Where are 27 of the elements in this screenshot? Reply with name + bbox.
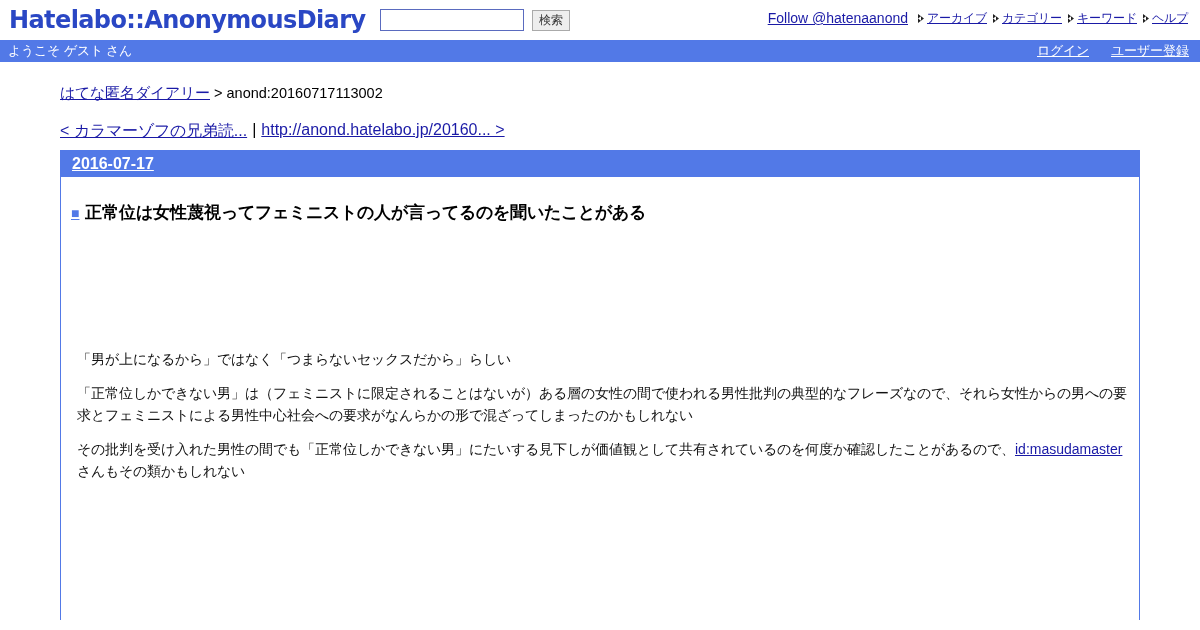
search-field[interactable] bbox=[379, 9, 524, 31]
paragraph: 「男が上になるから」ではなく「つまらないセックスだから」らしい bbox=[77, 350, 512, 369]
next-link[interactable]: http://anond.hatelabo.jp/20160... > bbox=[261, 121, 505, 142]
separator: | bbox=[252, 121, 257, 140]
nav-link[interactable]: カテゴリー bbox=[1002, 10, 1062, 27]
user-link[interactable]: ログイン bbox=[1037, 42, 1089, 60]
welcome-text: ようこそ ゲスト さん bbox=[8, 42, 133, 60]
follow-link[interactable]: Follow @hatenaanond bbox=[767, 10, 908, 26]
nav-link[interactable]: キーワード bbox=[1077, 10, 1137, 27]
nav-link[interactable]: アーカイブ bbox=[927, 10, 987, 27]
site-logo[interactable]: Hatelabo::AnonymousDiary bbox=[9, 6, 366, 34]
arrow-icon bbox=[993, 14, 999, 23]
breadcrumb-link[interactable]: はてな匿名ダイアリー bbox=[60, 85, 210, 101]
paragraph: その批判を受け入れた男性の間でも「正常位しかできない男」にたいする見下しが価値観として共有されているのを何度か確認したことがあるので、id:masudamaster さんもその類かもしれない bbox=[77, 440, 1124, 481]
date-link[interactable]: 2016-07-17 bbox=[72, 155, 154, 173]
entry-marker-link[interactable]: ■ bbox=[71, 204, 80, 221]
arrow-icon bbox=[918, 14, 924, 23]
prev-link[interactable]: < カラマーゾフの兄弟読... bbox=[60, 121, 248, 142]
arrow-icon bbox=[1068, 14, 1074, 23]
entry-title: 正常位は女性蔑視ってフェミニストの人が言ってるのを聞いたことがある bbox=[85, 202, 647, 224]
arrow-icon bbox=[1143, 14, 1149, 23]
breadcrumb-current: > anond:20160717113002 bbox=[213, 85, 383, 101]
user-id-link[interactable]: id:masudamaster bbox=[1015, 441, 1123, 457]
paragraph: 「正常位しかできない男」は（フェミニストに限定されることはないが）ある層の女性の間で使われる男性批判の典型的なフレーズなので、それら女性からの男への要求とフェミニストによる男性中心社会への要求がなんらかの形で混ざってしまったのかもしれない bbox=[77, 384, 1127, 425]
search-button[interactable]: 検索 bbox=[531, 9, 570, 31]
nav-link[interactable]: ヘルプ bbox=[1152, 10, 1188, 27]
user-link[interactable]: ユーザー登録 bbox=[1111, 42, 1189, 60]
